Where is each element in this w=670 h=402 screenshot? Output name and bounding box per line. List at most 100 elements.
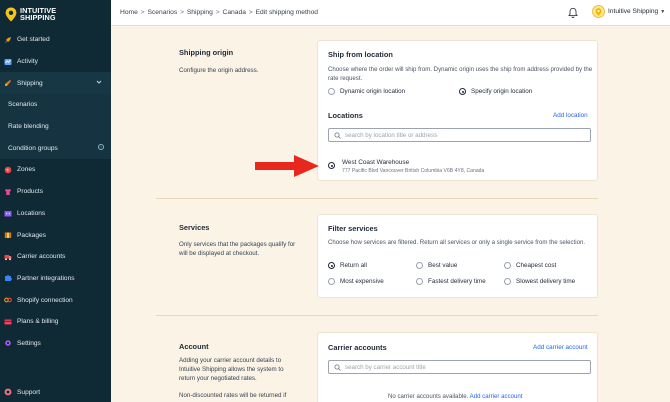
filter-services-desc: Choose how services are filtered. Return… <box>328 239 586 246</box>
info-icon[interactable]: i <box>98 144 104 151</box>
activity-icon <box>4 58 12 66</box>
sidebar-item-label: Packages <box>17 231 46 239</box>
account-menu[interactable]: Intuitive Shipping ▼ <box>592 5 665 18</box>
radio-slowest-delivery[interactable]: Slowest delivery time <box>504 278 575 285</box>
services-section-title: Services <box>179 223 210 232</box>
locations-title: Locations <box>328 111 363 120</box>
breadcrumb-item-canada[interactable]: Canada <box>223 9 246 16</box>
breadcrumb-item-home[interactable]: Home <box>120 9 138 16</box>
account-section-desc-2: Non-discounted rates will be returned if <box>179 392 287 399</box>
account-avatar <box>592 5 605 18</box>
sidebar-item-label: Plans & billing <box>17 318 59 326</box>
sidebar-item-rate-blending[interactable]: Rate blending <box>0 115 111 138</box>
location-search-input[interactable] <box>345 131 545 139</box>
sidebar-item-label: Partner integrations <box>17 274 75 282</box>
radio-return-all[interactable]: Return all <box>328 262 367 269</box>
services-section-desc: Only services that the packages qualify … <box>179 241 296 257</box>
radio-label: Cheapest cost <box>516 262 557 269</box>
radio-dot[interactable] <box>328 162 335 169</box>
sidebar-item-shipping[interactable]: Shipping <box>0 72 111 95</box>
sidebar-item-shopify-connection[interactable]: Shopify connection <box>0 289 111 311</box>
sidebar-nav: Get started Activity Shipping Scenarios … <box>0 29 111 354</box>
radio-most-expensive[interactable]: Most expensive <box>328 278 384 285</box>
sidebar-item-packages[interactable]: Packages <box>0 224 111 246</box>
sidebar-item-label: Activity <box>17 58 38 66</box>
section-divider <box>156 315 598 316</box>
sidebar-item-label: Zones <box>17 166 36 174</box>
rocket-icon <box>4 36 12 44</box>
sidebar-item-label: Products <box>17 188 44 196</box>
origin-section-title: Shipping origin <box>179 48 234 57</box>
radio-dot[interactable] <box>504 278 511 285</box>
location-pin-icon <box>5 7 17 21</box>
filter-services-card: Filter services Choose how services are … <box>317 214 598 298</box>
sidebar-item-condition-groups[interactable]: Condition groups i <box>0 137 111 160</box>
link-icon <box>4 296 12 304</box>
radio-dot[interactable] <box>504 262 511 269</box>
filter-services-title: Filter services <box>328 224 378 233</box>
ship-from-card: Ship from location Choose where the orde… <box>317 40 598 181</box>
sidebar-item-locations[interactable]: Locations <box>0 203 111 225</box>
bell-icon[interactable] <box>567 7 579 19</box>
sidebar-item-get-started[interactable]: Get started <box>0 29 111 51</box>
radio-label: Most expensive <box>340 278 384 285</box>
truck-icon <box>4 253 12 261</box>
sidebar-item-activity[interactable]: Activity <box>0 51 111 73</box>
sidebar-item-settings[interactable]: Settings <box>0 333 111 355</box>
radio-fastest-delivery[interactable]: Fastest delivery time <box>416 278 486 285</box>
sidebar-item-plans-billing[interactable]: Plans & billing <box>0 311 111 333</box>
sidebar-item-label: Rate blending <box>8 123 49 131</box>
radio-specify-origin[interactable]: Specify origin location <box>459 88 532 95</box>
location-address: 777 Pacific Blvd Vancouver British Colum… <box>342 168 485 174</box>
sidebar-item-label: Locations <box>17 209 46 217</box>
radio-dot[interactable] <box>328 278 335 285</box>
search-icon <box>334 364 341 371</box>
carrier-accounts-card: Carrier accounts Add carrier account No … <box>317 332 598 402</box>
sidebar-item-support[interactable]: Support <box>4 388 40 396</box>
section-divider <box>156 198 598 199</box>
sidebar-item-carrier-accounts[interactable]: Carrier accounts <box>0 246 111 268</box>
radio-dynamic-origin[interactable]: Dynamic origin location <box>328 88 405 95</box>
radio-dot[interactable] <box>416 278 423 285</box>
radio-dot[interactable] <box>328 262 335 269</box>
empty-state-text: No carrier accounts available. <box>388 393 469 400</box>
empty-state-add-link[interactable]: Add carrier account <box>470 393 523 400</box>
shirt-icon <box>4 188 12 196</box>
account-section-desc: Adding your carrier account details to I… <box>179 357 284 382</box>
sidebar: INTUITIVE SHIPPING Get started Activity … <box>0 0 111 402</box>
radio-dot[interactable] <box>459 88 466 95</box>
radio-cheapest-cost[interactable]: Cheapest cost <box>504 262 556 269</box>
puzzle-icon <box>4 274 12 282</box>
add-carrier-account-link[interactable]: Add carrier account <box>533 344 588 351</box>
caret-down-icon: ▼ <box>660 8 666 15</box>
top-bar: Home > Scenarios > Shipping > Canada > E… <box>111 0 670 26</box>
brand-logo[interactable]: INTUITIVE SHIPPING <box>0 0 111 28</box>
sidebar-item-zones[interactable]: Zones <box>0 159 111 181</box>
breadcrumb-item-scenarios[interactable]: Scenarios <box>147 9 177 16</box>
radio-label: Dynamic origin location <box>340 88 406 95</box>
radio-label: Return all <box>340 262 367 269</box>
carrier-search-input[interactable] <box>345 363 545 371</box>
radio-best-value[interactable]: Best value <box>416 262 457 269</box>
sidebar-item-label: Shipping <box>17 79 43 87</box>
sidebar-item-products[interactable]: Products <box>0 181 111 203</box>
location-radio[interactable] <box>328 162 340 169</box>
search-icon <box>334 132 341 139</box>
sidebar-item-label: Condition groups <box>8 144 58 152</box>
radio-dot[interactable] <box>416 262 423 269</box>
help-icon <box>4 388 12 396</box>
breadcrumb-item-shipping[interactable]: Shipping <box>187 9 213 16</box>
gear-icon <box>4 339 12 347</box>
sidebar-item-label: Carrier accounts <box>17 253 66 261</box>
add-location-link[interactable]: Add location <box>553 112 588 119</box>
sidebar-item-scenarios[interactable]: Scenarios <box>0 94 111 116</box>
brand-line-2: SHIPPING <box>20 13 56 22</box>
chevron-down-icon[interactable] <box>96 79 102 87</box>
radio-dot[interactable] <box>328 88 335 95</box>
location-search <box>328 128 591 142</box>
carrier-accounts-title: Carrier accounts <box>328 343 387 352</box>
account-section-title: Account <box>179 342 209 351</box>
radio-label: Fastest delivery time <box>428 278 486 285</box>
sidebar-item-partner-integrations[interactable]: Partner integrations <box>0 268 111 290</box>
credit-card-icon <box>4 318 12 326</box>
